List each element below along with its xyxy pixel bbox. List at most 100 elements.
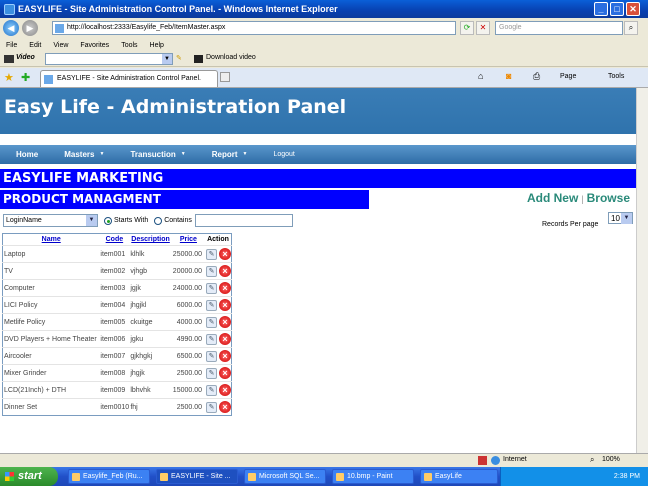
close-button[interactable]: ✕	[626, 2, 640, 16]
vertical-scrollbar[interactable]	[636, 88, 648, 453]
menu-file[interactable]: File	[6, 42, 17, 49]
forward-button[interactable]: ▶	[22, 20, 38, 36]
delete-icon[interactable]: ×	[219, 282, 231, 294]
menu-tools[interactable]: Tools	[121, 42, 137, 49]
print-icon[interactable]: ⎙	[533, 71, 540, 82]
table-row: LCD(21Inch) + DTH item009 lbhvhk 15000.00 ✎ ×	[2, 381, 232, 399]
delete-icon[interactable]: ×	[219, 401, 231, 413]
cell-code: item007	[99, 347, 130, 365]
tab-current[interactable]: EASYLIFE - Site Administration Control P…	[40, 70, 218, 87]
edit-icon[interactable]: ✎	[206, 248, 217, 260]
nav-home[interactable]: Home	[0, 145, 48, 164]
header-code[interactable]: Code	[99, 234, 129, 246]
menu-help[interactable]: Help	[150, 42, 164, 49]
nav-masters[interactable]: Masters	[48, 145, 114, 164]
cell-action: ✎ ×	[205, 347, 232, 365]
cell-description: lbhvhk	[129, 381, 172, 399]
edit-icon[interactable]: ✎	[206, 367, 217, 379]
tools-menu-button[interactable]: Tools	[608, 73, 624, 80]
chevron-down-icon[interactable]: ▼	[162, 54, 172, 64]
delete-icon[interactable]: ×	[219, 333, 231, 345]
address-input[interactable]: http://localhost:2333/Easylife_Feb/ItemM…	[52, 21, 456, 35]
edit-icon[interactable]: ✎	[206, 299, 217, 311]
table-row: Dinner Set item0010 fhj 2500.00 ✎ ×	[2, 398, 232, 416]
delete-icon[interactable]: ×	[219, 316, 231, 328]
filter-search-input[interactable]	[194, 214, 293, 227]
video-toolbar: Video ▼ ✎ Download video	[0, 52, 648, 67]
maximize-button[interactable]: □	[610, 2, 624, 16]
page-menu-button[interactable]: Page	[560, 73, 576, 80]
edit-icon[interactable]: ✎	[206, 333, 217, 345]
cell-description: ckuitge	[129, 313, 172, 331]
delete-icon[interactable]: ×	[219, 367, 231, 379]
contains-radio[interactable]	[154, 216, 163, 225]
edit-icon[interactable]: ✎	[206, 384, 217, 396]
field-select[interactable]: LoginName ▼	[3, 214, 98, 227]
search-input[interactable]: Google	[495, 21, 623, 35]
start-button[interactable]: start	[0, 467, 58, 486]
task-easylife-folder[interactable]: EasyLife	[420, 469, 498, 484]
home-icon[interactable]: ⌂	[478, 71, 483, 81]
header-name[interactable]: Name	[3, 234, 100, 246]
cell-price: 2500.00	[171, 398, 205, 416]
edit-icon[interactable]: ✎	[206, 316, 217, 328]
edit-icon[interactable]: ✎	[206, 401, 217, 413]
cell-description: gjkhgkj	[129, 347, 172, 365]
task-easylife-feb[interactable]: Easylife_Feb (Ru...	[68, 469, 150, 484]
product-grid: Name Code Description Price Action Lapto…	[2, 233, 232, 416]
cell-code: item009	[99, 381, 130, 399]
cell-action: ✎ ×	[205, 245, 232, 263]
delete-icon[interactable]: ×	[219, 265, 231, 277]
link-separator: |	[581, 194, 584, 204]
menu-view[interactable]: View	[53, 42, 68, 49]
delete-icon[interactable]: ×	[219, 350, 231, 362]
cell-name: DVD Players + Home Theater	[2, 330, 100, 348]
cell-description: jhgjkl	[129, 296, 172, 314]
search-placeholder: Google	[499, 24, 522, 31]
minimize-button[interactable]: _	[594, 2, 608, 16]
menu-edit[interactable]: Edit	[29, 42, 41, 49]
delete-icon[interactable]: ×	[219, 299, 231, 311]
zoom-level[interactable]: 100%	[602, 456, 620, 463]
company-banner: EASYLIFE MARKETING	[0, 169, 636, 188]
browse-link[interactable]: Browse	[587, 191, 630, 205]
header-description[interactable]: Description	[129, 234, 171, 246]
refresh-button[interactable]: ⟳	[460, 21, 474, 35]
task-paint[interactable]: 10.bmp - Paint	[332, 469, 414, 484]
cell-code: item005	[99, 313, 130, 331]
add-new-link[interactable]: Add New	[527, 191, 578, 205]
nav-logout[interactable]: Logout	[257, 145, 304, 164]
task-sql-server[interactable]: Microsoft SQL Se...	[244, 469, 326, 484]
new-tab-button[interactable]	[220, 72, 230, 82]
search-icon[interactable]: ⌕	[624, 21, 638, 35]
stop-button[interactable]: ✕	[476, 21, 490, 35]
add-favorites-icon[interactable]: ✚	[21, 71, 30, 84]
task-ie-easylife[interactable]: EASYLIFE - Site ...	[156, 469, 238, 484]
pencil-icon[interactable]: ✎	[176, 54, 182, 62]
cell-description: klhlk	[129, 245, 172, 263]
cell-price: 15000.00	[171, 381, 205, 399]
browser-menubar: File Edit View Favorites Tools Help	[0, 38, 648, 52]
back-button[interactable]: ◀	[3, 20, 19, 36]
cell-price: 24000.00	[171, 279, 205, 297]
page-icon	[44, 75, 53, 84]
favorites-star-icon[interactable]: ★	[4, 71, 14, 84]
delete-icon[interactable]: ×	[219, 384, 231, 396]
nav-transuction[interactable]: Transuction	[114, 145, 195, 164]
records-per-page-select[interactable]: 10 ▼	[608, 212, 633, 224]
page-content: Easy Life - Administration Panel Home Ma…	[0, 88, 636, 453]
cell-action: ✎ ×	[205, 313, 232, 331]
delete-icon[interactable]: ×	[219, 248, 231, 260]
clock: 2:38 PM	[613, 473, 640, 480]
download-video-button[interactable]: Download video	[206, 54, 256, 61]
starts-with-radio[interactable]	[104, 216, 112, 225]
video-input[interactable]	[45, 53, 173, 65]
header-price[interactable]: Price	[172, 234, 205, 246]
cell-code: item008	[99, 364, 130, 382]
menu-favorites[interactable]: Favorites	[80, 42, 109, 49]
edit-icon[interactable]: ✎	[206, 282, 217, 294]
edit-icon[interactable]: ✎	[206, 265, 217, 277]
feeds-icon[interactable]: ◙	[506, 71, 511, 81]
nav-report[interactable]: Report	[196, 145, 258, 164]
edit-icon[interactable]: ✎	[206, 350, 217, 362]
